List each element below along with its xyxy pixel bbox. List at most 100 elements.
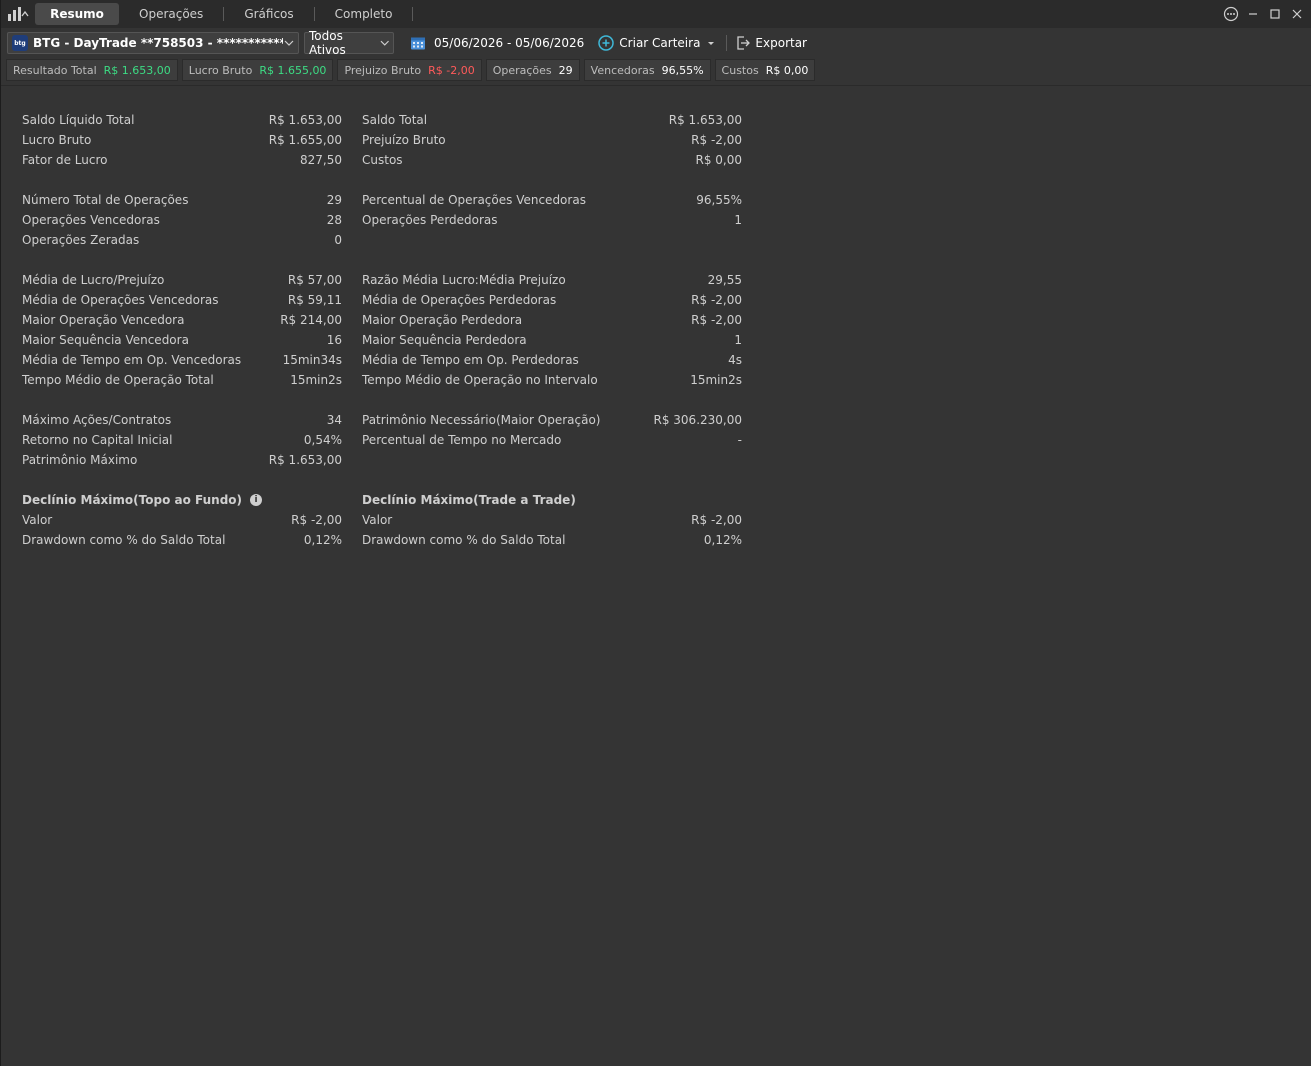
chip-resultado-total: Resultado Total R$ 1.653,00 — [6, 59, 178, 81]
minimize-icon[interactable] — [1242, 3, 1264, 25]
stat-row: Número Total de Operações 29 — [22, 190, 342, 210]
section-divider — [1, 85, 1311, 86]
stat-row: Média de Lucro/Prejuízo R$ 57,00 — [22, 270, 342, 290]
stat-label: Drawdown como % do Saldo Total — [22, 533, 226, 547]
stat-row: Maior Operação Vencedora R$ 214,00 — [22, 310, 342, 330]
chip-label: Resultado Total — [13, 63, 97, 77]
stat-value: 4s — [728, 353, 742, 367]
section-title: Declínio Máximo(Topo ao Fundo) — [22, 493, 243, 507]
stat-value: 0,12% — [303, 533, 342, 547]
stat-value: 0,12% — [703, 533, 742, 547]
create-portfolio-button[interactable]: Criar Carteira — [598, 35, 716, 51]
chip-label: Operações — [492, 63, 552, 77]
stat-value: R$ -2,00 — [691, 513, 742, 527]
stat-row: Média de Tempo em Op. Vencedoras 15min34s — [22, 350, 342, 370]
close-icon[interactable] — [1286, 3, 1308, 25]
chip-value: R$ 0,00 — [765, 63, 809, 77]
chip-lucro-bruto: Lucro Bruto R$ 1.655,00 — [181, 59, 334, 81]
stat-row: Valor R$ -2,00 — [362, 510, 742, 530]
stat-label: Média de Tempo em Op. Vencedoras — [22, 353, 242, 367]
stat-value: 1 — [734, 213, 742, 227]
stat-label: Maior Operação Vencedora — [22, 313, 185, 327]
stat-value: 0 — [334, 233, 342, 247]
stat-value: R$ 59,11 — [287, 293, 342, 307]
stat-value: 15min2s — [290, 373, 342, 387]
stat-label: Percentual de Operações Vencedoras — [362, 193, 586, 207]
tab-completo[interactable]: Completo — [315, 3, 413, 25]
chip-value: 29 — [558, 63, 573, 77]
stat-label: Média de Lucro/Prejuízo — [22, 273, 165, 287]
account-dropdown[interactable]: btg BTG - DayTrade **758503 - **********… — [7, 32, 299, 54]
section-header: Declínio Máximo(Trade a Trade) — [362, 490, 742, 510]
stat-label: Operações Zeradas — [22, 233, 140, 247]
info-icon[interactable]: i — [250, 494, 263, 506]
btg-logo-icon: btg — [12, 35, 28, 51]
export-button[interactable]: Exportar — [735, 35, 807, 51]
stat-label: Custos — [362, 153, 403, 167]
stat-value: 15min2s — [690, 373, 742, 387]
tab-graficos[interactable]: Gráficos — [224, 3, 313, 25]
tab-operacoes[interactable]: Operações — [119, 3, 223, 25]
stat-value: R$ 214,00 — [280, 313, 342, 327]
stat-value: - — [737, 433, 742, 447]
stat-row: Percentual de Tempo no Mercado - — [362, 430, 742, 450]
summary-chips: Resultado Total R$ 1.653,00 Lucro Bruto … — [6, 59, 819, 81]
chevron-down-icon — [284, 40, 294, 46]
chip-value: 96,55% — [661, 63, 704, 77]
stat-label: Valor — [22, 513, 53, 527]
stat-label: Saldo Líquido Total — [22, 113, 135, 127]
stat-label: Saldo Total — [362, 113, 428, 127]
stat-value: R$ -2,00 — [291, 513, 342, 527]
stat-label: Operações Perdedoras — [362, 213, 498, 227]
tab-divider — [412, 7, 414, 21]
stat-row: Patrimônio Máximo R$ 1.653,00 — [22, 450, 342, 470]
stat-row: Média de Operações Perdedoras R$ -2,00 — [362, 290, 742, 310]
window-controls — [1220, 0, 1311, 28]
stat-row: Fator de Lucro 827,50 — [22, 150, 342, 170]
stat-row: Média de Operações Vencedoras R$ 59,11 — [22, 290, 342, 310]
export-label: Exportar — [755, 36, 807, 50]
stat-row: Percentual de Operações Vencedoras 96,55% — [362, 190, 742, 210]
stat-row: Razão Média Lucro:Média Prejuízo 29,55 — [362, 270, 742, 290]
stat-value: R$ 1.653,00 — [668, 113, 742, 127]
chip-label: Custos — [721, 63, 759, 77]
stat-row: Máximo Ações/Contratos 34 — [22, 410, 342, 430]
stat-label: Prejuízo Bruto — [362, 133, 446, 147]
date-range-picker[interactable]: 05/06/2026 - 05/06/2026 — [410, 35, 584, 51]
chip-label: Vencedoras — [590, 63, 655, 77]
stat-label: Valor — [362, 513, 393, 527]
stat-label: Patrimônio Necessário(Maior Operação) — [362, 413, 601, 427]
stat-value: 1 — [734, 333, 742, 347]
stat-row: Tempo Médio de Operação Total 15min2s — [22, 370, 342, 390]
stat-row: Valor R$ -2,00 — [22, 510, 342, 530]
chip-value: R$ 1.655,00 — [259, 63, 327, 77]
chip-operacoes: Operações 29 — [485, 59, 580, 81]
stat-row: Drawdown como % do Saldo Total 0,12% — [362, 530, 742, 550]
stat-row: Maior Sequência Perdedora 1 — [362, 330, 742, 350]
section-header: Declínio Máximo(Topo ao Fundo) i — [22, 490, 342, 510]
chart-app-icon[interactable] — [1, 0, 35, 28]
chip-vencedoras: Vencedoras 96,55% — [583, 59, 711, 81]
stat-value: 96,55% — [696, 193, 742, 207]
stat-row: Custos R$ 0,00 — [362, 150, 742, 170]
more-options-icon[interactable] — [1220, 3, 1242, 25]
stat-label: Tempo Médio de Operação no Intervalo — [362, 373, 598, 387]
chip-label: Lucro Bruto — [188, 63, 253, 77]
chip-prejuizo-bruto: Prejuizo Bruto R$ -2,00 — [337, 59, 482, 81]
stat-value: 34 — [326, 413, 342, 427]
stat-value: 16 — [326, 333, 342, 347]
stat-value: 29 — [326, 193, 342, 207]
create-portfolio-label: Criar Carteira — [619, 36, 701, 50]
chevron-down-icon — [380, 40, 389, 46]
tab-resumo[interactable]: Resumo — [35, 3, 119, 25]
maximize-icon[interactable] — [1264, 3, 1286, 25]
toolbar: btg BTG - DayTrade **758503 - **********… — [1, 29, 1311, 57]
stat-label: Patrimônio Máximo — [22, 453, 138, 467]
stat-value: R$ 1.655,00 — [268, 133, 342, 147]
stat-row: Operações Perdedoras 1 — [362, 210, 742, 230]
assets-dropdown[interactable]: Todos Ativos — [304, 29, 394, 57]
stat-label: Drawdown como % do Saldo Total — [362, 533, 566, 547]
stat-row: Prejuízo Bruto R$ -2,00 — [362, 130, 742, 150]
stat-label: Maior Sequência Perdedora — [362, 333, 527, 347]
stat-label: Razão Média Lucro:Média Prejuízo — [362, 273, 566, 287]
